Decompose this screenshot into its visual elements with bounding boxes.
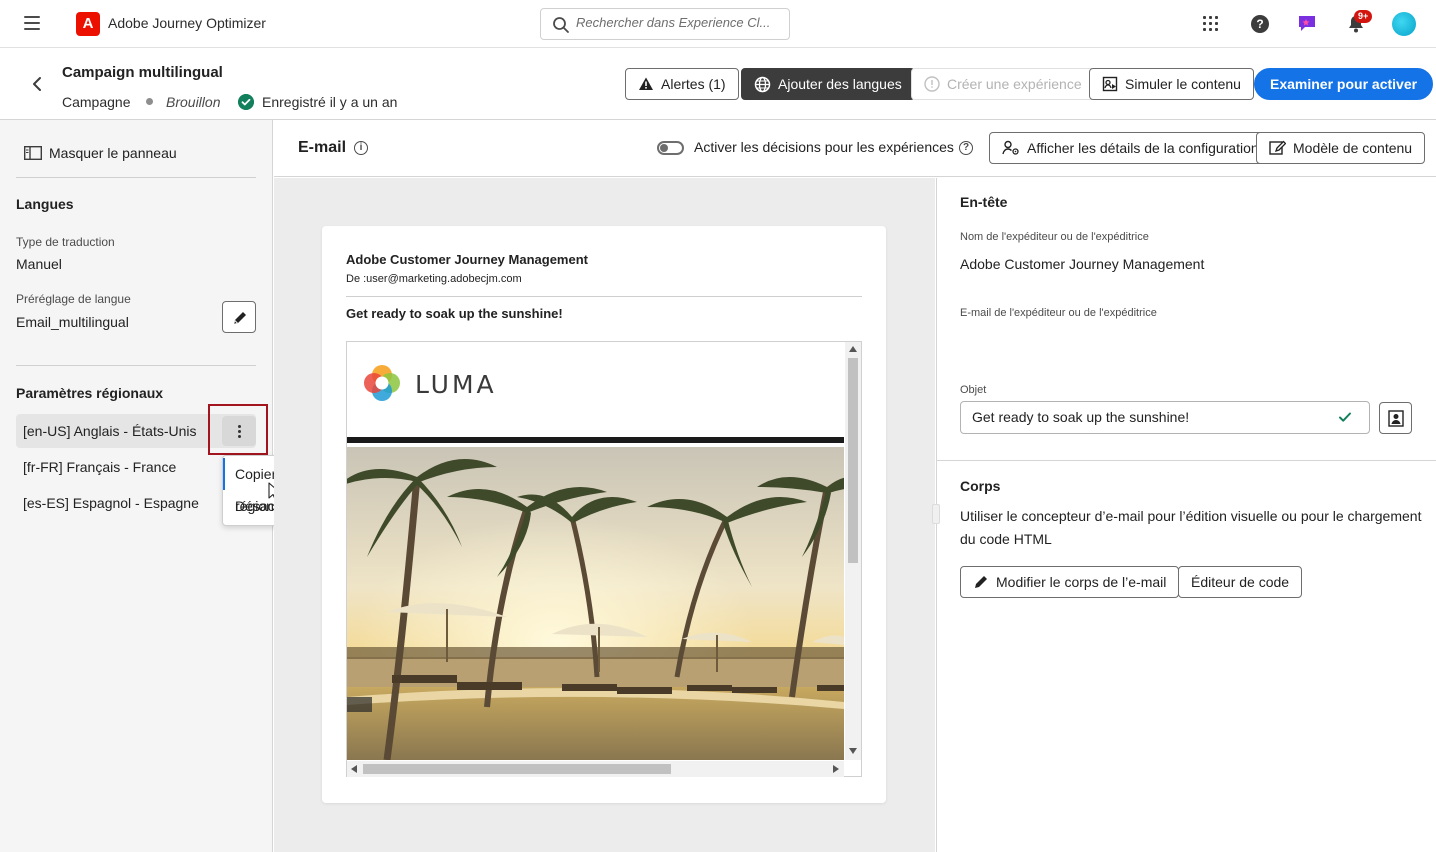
scroll-right-icon[interactable] xyxy=(833,765,839,773)
email-title: E-mail xyxy=(298,139,347,156)
search-bar[interactable] xyxy=(540,8,790,40)
create-experience-button[interactable]: Créer une expérience xyxy=(911,68,1095,100)
language-preset-label: Préréglage de langue xyxy=(16,292,131,306)
sender-email-label: E-mail de l'expéditeur ou de l'expéditri… xyxy=(960,307,1157,319)
user-avatar[interactable] xyxy=(1392,12,1416,36)
alert-icon xyxy=(639,77,653,90)
preview-subject: Get ready to soak up the sunshine! xyxy=(346,306,563,321)
content-template-button[interactable]: Modèle de contenu xyxy=(1256,132,1426,164)
subject-field[interactable] xyxy=(960,401,1370,434)
panel-resize-handle[interactable] xyxy=(932,504,940,524)
language-preset-value: Email_multilingual xyxy=(16,314,129,330)
create-experience-label: Créer une expérience xyxy=(947,76,1082,92)
top-navigation: A Adobe Journey Optimizer ? 9+ xyxy=(0,0,1436,48)
adobe-logo: A xyxy=(76,12,100,36)
locale-item-es-es[interactable]: [es-ES] Espagnol - Espagne xyxy=(16,486,256,520)
translation-type-label: Type de traduction xyxy=(16,235,115,249)
alerts-label: Alertes (1) xyxy=(661,76,726,92)
checkmark-icon xyxy=(1339,412,1351,422)
sender-name-label: Nom de l'expéditeur ou de l'expéditrice xyxy=(960,231,1149,243)
horizontal-scroll-thumb[interactable] xyxy=(363,764,671,774)
luma-logo-icon xyxy=(364,365,400,401)
scroll-up-icon[interactable] xyxy=(849,346,857,352)
divider xyxy=(16,177,256,178)
more-options-button[interactable] xyxy=(222,416,256,446)
simulate-content-label: Simuler le contenu xyxy=(1125,76,1241,92)
menu-icon[interactable] xyxy=(24,16,40,30)
add-languages-label: Ajouter des langues xyxy=(778,76,902,92)
personalization-button[interactable] xyxy=(1379,402,1412,434)
scroll-down-icon[interactable] xyxy=(849,748,857,754)
hide-panel-link[interactable]: Masquer le panneau xyxy=(49,145,177,161)
sender-name-value[interactable]: Adobe Customer Journey Management xyxy=(960,256,1204,272)
status-dot-icon xyxy=(146,98,153,105)
personalization-icon xyxy=(1388,410,1404,427)
edit-preset-button[interactable] xyxy=(222,301,256,333)
config-details-label: Afficher les détails de la configuration xyxy=(1027,140,1259,156)
content-template-label: Modèle de contenu xyxy=(1293,140,1413,156)
review-label: Examiner pour activer xyxy=(1270,76,1418,92)
saved-status: Enregistré il y a un an xyxy=(262,94,398,110)
search-icon xyxy=(553,17,569,33)
hero-image xyxy=(347,447,844,760)
feedback-chat-icon[interactable] xyxy=(1297,13,1317,33)
edit-email-body-label: Modifier le corps de l’e-mail xyxy=(996,574,1167,590)
question-icon[interactable]: ? xyxy=(959,141,973,155)
help-icon[interactable]: ? xyxy=(1251,15,1269,33)
translation-type-value: Manuel xyxy=(16,256,62,272)
vertical-scroll-thumb[interactable] xyxy=(848,358,858,563)
divider xyxy=(16,365,256,366)
simulate-content-button[interactable]: Simuler le contenu xyxy=(1089,68,1254,100)
scroll-left-icon[interactable] xyxy=(351,765,357,773)
back-arrow-icon[interactable] xyxy=(30,76,44,92)
body-description-line1: Utiliser le concepteur d’e-mail pour l’é… xyxy=(960,508,1422,524)
campaign-type: Campagne xyxy=(62,94,131,110)
subject-input[interactable] xyxy=(972,409,1332,425)
notification-badge: 9+ xyxy=(1354,10,1373,23)
alerts-button[interactable]: Alertes (1) xyxy=(625,68,739,100)
preview-sender-name: Adobe Customer Journey Management xyxy=(346,252,588,267)
divider xyxy=(346,296,862,297)
locale-item-fr-fr[interactable]: [fr-FR] Français - France xyxy=(16,450,256,484)
locales-heading: Paramètres régionaux xyxy=(16,385,164,401)
horizontal-scrollbar[interactable] xyxy=(347,761,844,777)
header-section-heading: En-tête xyxy=(960,194,1008,210)
search-input[interactable] xyxy=(576,15,776,30)
checkmark-circle-icon xyxy=(238,94,254,110)
body-section-heading: Corps xyxy=(960,478,1001,494)
config-details-button[interactable]: Afficher les détails de la configuration xyxy=(989,132,1272,164)
settings-user-icon xyxy=(1002,140,1019,155)
subject-label: Objet xyxy=(960,384,987,396)
body-description-line2: du code HTML xyxy=(960,531,1052,547)
alert-circle-icon xyxy=(924,76,940,92)
info-icon[interactable]: i xyxy=(354,141,368,155)
vertical-scrollbar[interactable] xyxy=(845,342,861,760)
preview-from: De :user@marketing.adobecjm.com xyxy=(346,273,522,285)
simulate-icon xyxy=(1102,76,1118,92)
review-to-activate-button[interactable]: Examiner pour activer xyxy=(1254,68,1434,100)
toggle-label: Activer les décisions pour les expérienc… xyxy=(694,139,954,155)
globe-icon xyxy=(754,76,771,92)
edit-email-body-button[interactable]: Modifier le corps de l’e-mail xyxy=(960,566,1180,598)
add-languages-button[interactable]: Ajouter des langues xyxy=(741,68,915,100)
status-text: Brouillon xyxy=(166,94,221,110)
languages-heading: Langues xyxy=(16,196,74,212)
pencil-icon xyxy=(975,576,987,588)
code-editor-button[interactable]: Éditeur de code xyxy=(1178,566,1303,598)
apps-grid-icon[interactable] xyxy=(1203,16,1219,32)
app-name: Adobe Journey Optimizer xyxy=(108,15,266,31)
experience-decisions-toggle[interactable] xyxy=(657,141,684,155)
divider xyxy=(936,460,1436,461)
code-editor-label: Éditeur de code xyxy=(1191,574,1290,590)
brand-logo-text: LUMA xyxy=(415,370,497,399)
template-edit-icon xyxy=(1269,140,1286,155)
divider xyxy=(347,437,844,443)
campaign-title: Campaign multilingual xyxy=(62,64,223,81)
pencil-icon xyxy=(234,312,246,324)
panel-icon[interactable] xyxy=(24,146,42,160)
